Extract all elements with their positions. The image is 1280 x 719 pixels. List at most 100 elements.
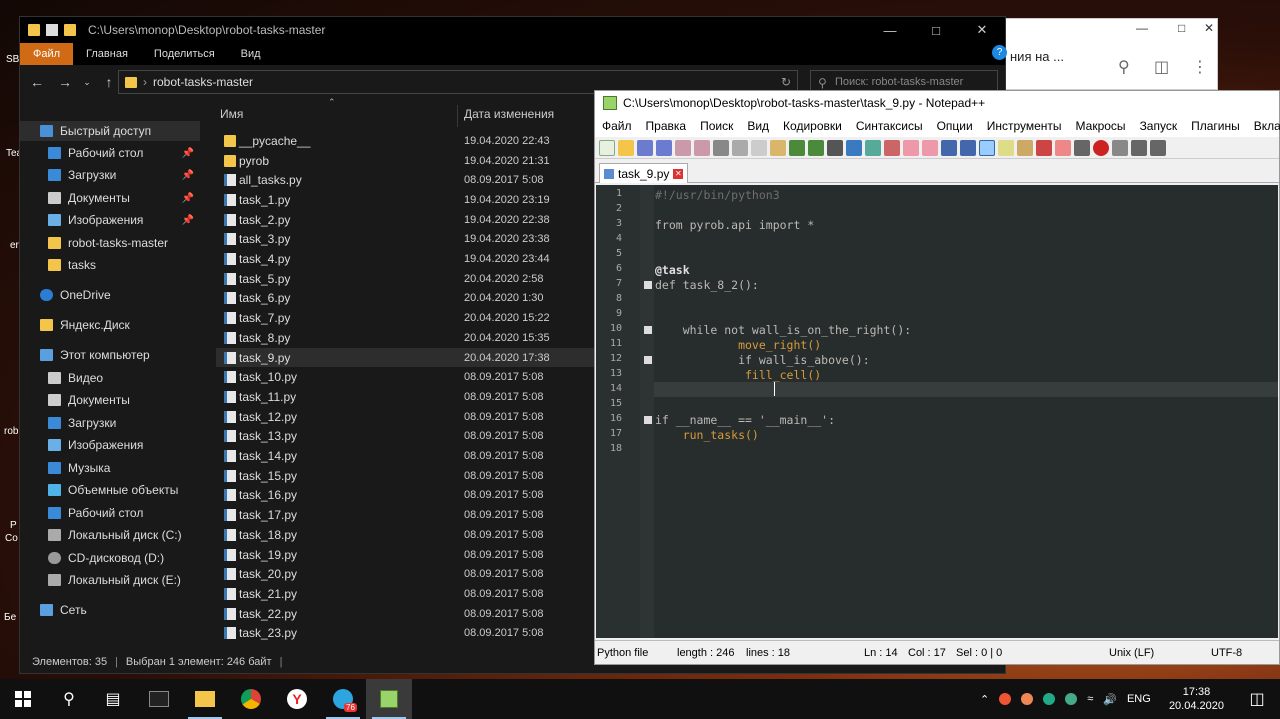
help-icon[interactable]: ? [992, 45, 1007, 60]
menu-view[interactable]: Вид [740, 119, 776, 133]
chevron-up-icon[interactable]: ⌃ [980, 693, 989, 706]
explorer-button[interactable] [182, 679, 228, 719]
chevron-right-icon[interactable]: › [143, 75, 147, 89]
encoding[interactable]: UTF-8 [1211, 647, 1242, 659]
cut-icon[interactable] [732, 139, 748, 156]
file-row[interactable]: task_21.py 08.09.2017 5:08 [216, 584, 596, 604]
function-list-icon[interactable] [1036, 139, 1052, 156]
nav-music[interactable]: Музыка [20, 458, 200, 478]
undo-icon[interactable] [789, 139, 805, 156]
replace-icon[interactable] [846, 139, 862, 156]
start-button[interactable] [0, 679, 46, 719]
close-icon[interactable]: ✕ [1204, 21, 1214, 35]
fold-toggle-icon[interactable] [644, 281, 652, 289]
action-center-button[interactable]: ◫ [1234, 679, 1280, 719]
sync-v-icon[interactable] [903, 139, 919, 156]
word-wrap-icon[interactable] [941, 139, 957, 156]
forward-icon[interactable]: → [54, 74, 76, 90]
indent-guide-icon[interactable] [979, 139, 995, 156]
up-icon[interactable]: ↑ [98, 74, 120, 90]
file-row[interactable]: task_15.py 08.09.2017 5:08 [216, 466, 596, 486]
print-icon[interactable] [713, 139, 729, 156]
fold-toggle-icon[interactable] [644, 326, 652, 334]
volume-icon[interactable]: 🔊 [1103, 693, 1117, 706]
tab-share[interactable]: Поделиться [141, 43, 228, 65]
run-macro-icon[interactable] [1150, 139, 1166, 156]
menu-settings[interactable]: Опции [930, 119, 980, 133]
zoom-in-icon[interactable] [865, 139, 881, 156]
file-row[interactable]: __pycache__ 19.04.2020 22:43 [216, 131, 596, 151]
file-row[interactable]: task_10.py 08.09.2017 5:08 [216, 367, 596, 387]
file-row[interactable]: task_19.py 08.09.2017 5:08 [216, 545, 596, 565]
pin-icon[interactable]: 📌 [182, 193, 194, 204]
play-macro-icon[interactable] [1131, 139, 1147, 156]
nav-3d-objects[interactable]: Объемные объекты [20, 480, 200, 500]
menu-language[interactable]: Синтаксисы [849, 119, 930, 133]
file-row[interactable]: task_4.py 19.04.2020 23:44 [216, 249, 596, 269]
minimize-icon[interactable]: — [867, 17, 913, 43]
nav-quick-access[interactable]: Быстрый доступ [20, 121, 200, 141]
back-icon[interactable]: ← [26, 74, 48, 90]
close-all-icon[interactable] [694, 139, 710, 156]
pin-icon[interactable]: 📌 [182, 215, 194, 226]
language-indicator[interactable]: ENG [1127, 693, 1151, 705]
clock[interactable]: 17:38 20.04.2020 [1169, 685, 1224, 713]
g-tray-icon[interactable] [1065, 693, 1078, 705]
file-row[interactable]: task_9.py 20.04.2020 17:38 [216, 347, 596, 368]
tab-view[interactable]: Вид [228, 43, 274, 65]
file-row[interactable]: pyrob 19.04.2020 21:31 [216, 151, 596, 171]
file-row[interactable]: all_tasks.py 08.09.2017 5:08 [216, 170, 596, 190]
menu-encoding[interactable]: Кодировки [776, 119, 849, 133]
close-icon[interactable]: ✕ [959, 17, 1005, 43]
close-tab-icon[interactable]: ✕ [673, 168, 684, 179]
maximize-icon[interactable]: □ [1178, 21, 1185, 35]
search-icon[interactable]: ⚲ [1118, 57, 1130, 77]
explorer-titlebar[interactable]: C:\Users\monop\Desktop\robot-tasks-maste… [20, 17, 1005, 43]
nav-desktop[interactable]: Рабочий стол 📌 [20, 143, 200, 163]
maximize-icon[interactable]: □ [913, 17, 959, 43]
nav-documents-pc[interactable]: Документы [20, 390, 200, 410]
file-row[interactable]: task_3.py 19.04.2020 23:38 [216, 230, 596, 250]
tab-task-9[interactable]: task_9.py ✕ [599, 163, 689, 183]
redo-icon[interactable] [808, 139, 824, 156]
tab-file[interactable]: Файл [20, 43, 74, 65]
nav-yandex-disk[interactable]: Яндекс.Диск [20, 315, 200, 335]
menu-plugins[interactable]: Плагины [1184, 119, 1247, 133]
menu-search[interactable]: Поиск [693, 119, 740, 133]
terminal-button[interactable] [136, 679, 182, 719]
copy-icon[interactable] [751, 139, 767, 156]
save-icon[interactable] [637, 139, 653, 156]
find-icon[interactable] [827, 139, 843, 156]
menu-tools[interactable]: Инструменты [980, 119, 1069, 133]
nav-this-pc[interactable]: Этот компьютер [20, 345, 200, 365]
nav-network[interactable]: Сеть [20, 600, 200, 620]
eol-format[interactable]: Unix (LF) [1109, 647, 1154, 659]
sidebar-icon[interactable]: ◫ [1154, 57, 1169, 77]
app-tray-icon[interactable] [1043, 693, 1056, 705]
file-row[interactable]: task_13.py 08.09.2017 5:08 [216, 427, 596, 447]
udl-icon[interactable] [998, 139, 1014, 156]
menu-file[interactable]: Файл [595, 119, 639, 133]
pin-icon[interactable]: 📌 [182, 170, 194, 181]
nav-desktop-pc[interactable]: Рабочий стол [20, 503, 200, 523]
file-row[interactable]: task_23.py 08.09.2017 5:08 [216, 624, 596, 644]
nav-drive-d[interactable]: CD-дисковод (D:) [20, 548, 200, 568]
save-all-icon[interactable] [656, 139, 672, 156]
nav-robot-tasks-master[interactable]: robot-tasks-master [20, 233, 200, 253]
file-row[interactable]: task_16.py 08.09.2017 5:08 [216, 486, 596, 506]
code-editor[interactable]: 1 #!/usr/bin/python3 2 3 from pyrob.api impo… [596, 185, 1278, 638]
npp-titlebar[interactable]: C:\Users\monop\Desktop\robot-tasks-maste… [595, 91, 1279, 115]
refresh-icon[interactable]: ↻ [781, 75, 791, 89]
nav-drive-c[interactable]: Локальный диск (C:) [20, 525, 200, 545]
wifi-icon[interactable]: ≈ [1087, 693, 1093, 705]
properties-icon[interactable] [46, 24, 58, 36]
file-row[interactable]: task_5.py 20.04.2020 2:58 [216, 269, 596, 289]
browser-window[interactable]: — □ ✕ ния на ... ⚲ ◫ ⋮ [1005, 18, 1218, 90]
stop-macro-icon[interactable] [1112, 139, 1128, 156]
more-icon[interactable]: ⋮ [1192, 57, 1208, 77]
recent-locations-icon[interactable]: ⌄ [82, 77, 92, 88]
file-row[interactable]: task_11.py 08.09.2017 5:08 [216, 387, 596, 407]
column-name[interactable]: Имя [220, 107, 243, 121]
file-row[interactable]: task_7.py 20.04.2020 15:22 [216, 308, 596, 328]
file-row[interactable]: task_17.py 08.09.2017 5:08 [216, 505, 596, 525]
